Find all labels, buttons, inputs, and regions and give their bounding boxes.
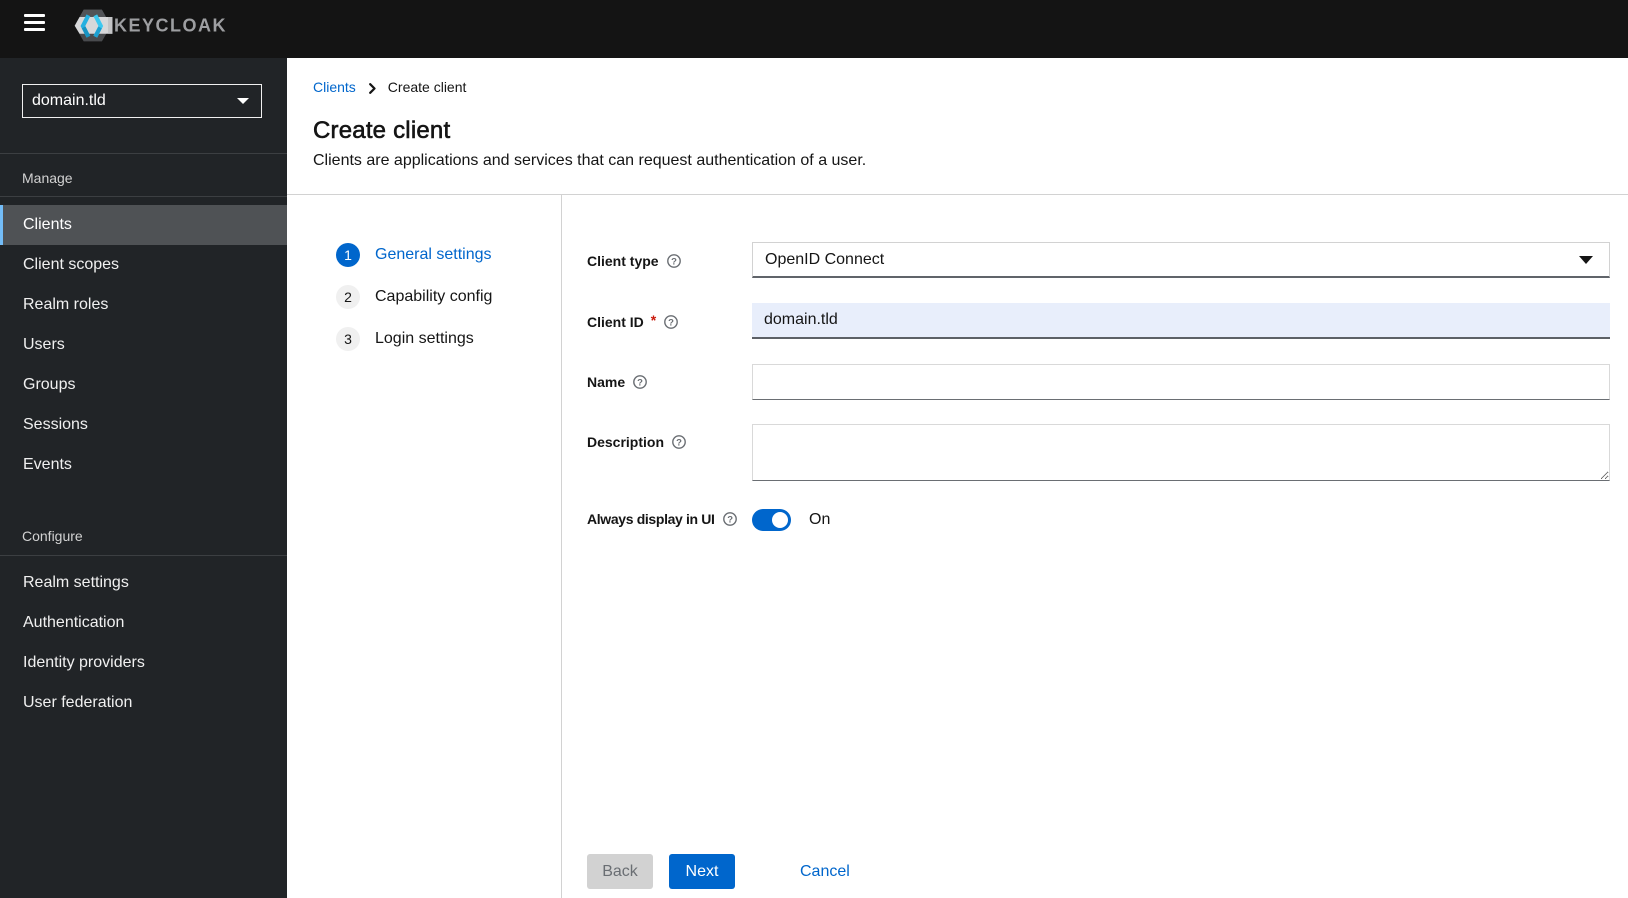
- svg-text:?: ?: [676, 437, 682, 448]
- svg-text:?: ?: [637, 377, 643, 388]
- svg-text:KEYCLOAK: KEYCLOAK: [114, 16, 227, 36]
- svg-text:?: ?: [727, 514, 733, 525]
- svg-text:?: ?: [668, 317, 674, 328]
- svg-text:?: ?: [671, 256, 677, 267]
